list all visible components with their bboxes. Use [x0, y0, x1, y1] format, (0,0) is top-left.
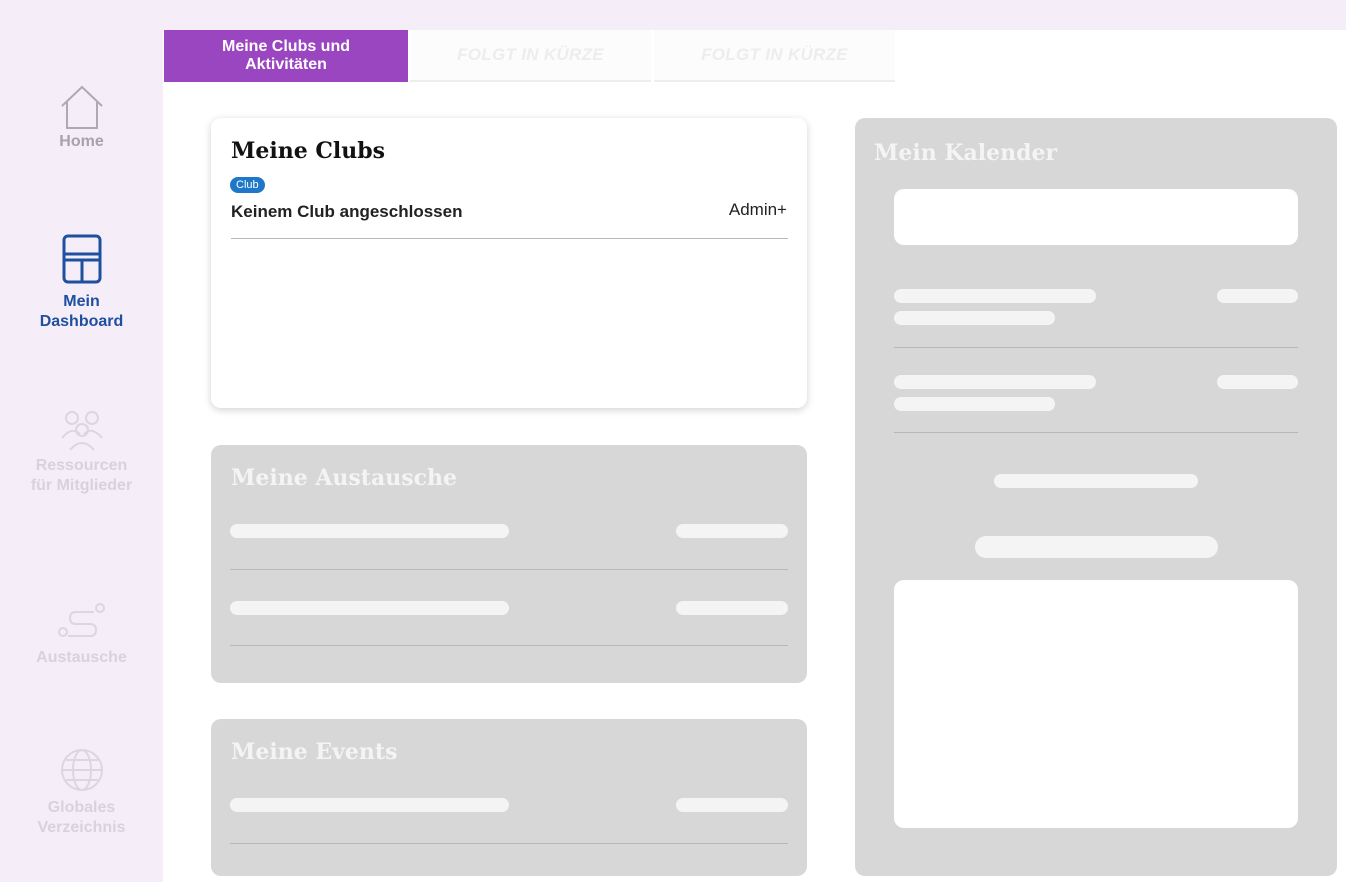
placeholder-bar	[894, 289, 1096, 303]
tab-meine-clubs[interactable]: Meine Clubs und Aktivitäten	[164, 30, 408, 82]
sidebar-item-label: Ressourcen für Mitglieder	[30, 457, 133, 494]
club-role: Admin+	[728, 200, 787, 219]
tab-label: FOLGT IN KÜRZE	[701, 45, 848, 64]
top-strip	[0, 0, 1346, 30]
sidebar-item-label: Austausche	[36, 649, 127, 666]
divider	[894, 432, 1298, 433]
tab-coming-soon-2[interactable]: FOLGT IN KÜRZE	[654, 30, 895, 82]
placeholder-bar	[230, 798, 509, 812]
placeholder-bar	[676, 798, 788, 812]
kalender-card: Mein Kalender	[855, 118, 1337, 876]
tab-label: FOLGT IN KÜRZE	[457, 45, 604, 64]
events-card: Meine Events	[211, 719, 807, 876]
sidebar: Home Mein Dashboard Ressourcen für Mitgl	[0, 30, 163, 882]
divider	[230, 645, 788, 646]
placeholder-bar	[676, 524, 788, 538]
calendar-body-placeholder	[894, 580, 1298, 828]
club-badge: Club	[230, 177, 265, 193]
sidebar-item-label: Mein Dashboard	[39, 293, 124, 330]
sidebar-item-globales-verzeichnis[interactable]: Globales Verzeichnis	[0, 746, 163, 838]
sidebar-item-home[interactable]: Home	[0, 82, 163, 152]
placeholder-bar	[894, 375, 1096, 389]
placeholder-bar	[230, 524, 509, 538]
divider	[894, 347, 1298, 348]
sidebar-item-resources[interactable]: Ressourcen für Mitglieder	[0, 408, 163, 496]
divider	[230, 843, 788, 844]
tab-coming-soon-1[interactable]: FOLGT IN KÜRZE	[410, 30, 651, 82]
placeholder-button	[975, 536, 1218, 558]
placeholder-bar	[894, 397, 1055, 411]
divider	[231, 238, 788, 239]
placeholder-bar	[894, 311, 1055, 325]
clubs-card: Meine Clubs Club Keinem Club angeschloss…	[211, 118, 807, 408]
sidebar-item-label: Globales Verzeichnis	[37, 799, 126, 836]
austausche-title: Meine Austausche	[231, 465, 457, 491]
placeholder-bar	[676, 601, 788, 615]
sidebar-item-label: Home	[59, 133, 104, 150]
events-title: Meine Events	[231, 739, 398, 765]
dashboard-icon	[0, 234, 163, 286]
divider	[230, 569, 788, 570]
club-row[interactable]: Keinem Club angeschlossen Admin+	[231, 200, 787, 238]
clubs-title: Meine Clubs	[231, 138, 385, 164]
kalender-title: Mein Kalender	[874, 140, 1058, 166]
sidebar-item-dashboard[interactable]: Mein Dashboard	[0, 234, 163, 332]
placeholder-bar	[1217, 375, 1298, 389]
placeholder-bar	[230, 601, 509, 615]
route-icon	[0, 598, 163, 644]
people-icon	[0, 408, 163, 452]
tab-label: Meine Clubs und Aktivitäten	[222, 38, 350, 73]
home-icon	[0, 82, 163, 132]
calendar-header-placeholder	[894, 189, 1298, 245]
placeholder-bar	[1217, 289, 1298, 303]
sidebar-item-austausche[interactable]: Austausche	[0, 598, 163, 668]
placeholder-bar	[994, 474, 1198, 488]
austausche-card: Meine Austausche	[211, 445, 807, 683]
globe-icon	[0, 746, 163, 794]
club-row-text: Keinem Club angeschlossen	[231, 202, 463, 221]
